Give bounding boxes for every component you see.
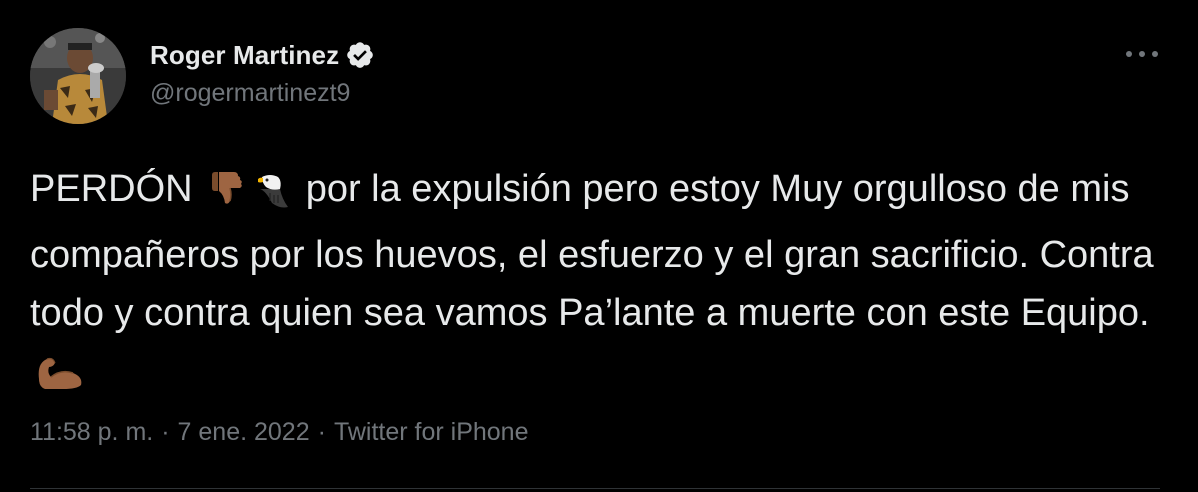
more-options-button[interactable] (1126, 42, 1158, 66)
more-dot (1139, 51, 1145, 57)
tweet-date[interactable]: 7 ene. 2022 (178, 418, 310, 447)
tweet-time[interactable]: 11:58 p. m. (30, 418, 153, 447)
avatar-image (30, 28, 126, 124)
user-handle[interactable]: @rogermartinezt9 (150, 75, 375, 111)
tweet-text: PERDÓN por la expulsión pero estoy Muy o… (30, 160, 1180, 408)
meta-separator: · (161, 418, 170, 446)
divider (30, 488, 1160, 489)
verified-badge-icon (345, 40, 375, 70)
tweet-text-part-1: PERDÓN (30, 168, 204, 210)
tweet-card: Roger Martinez @rogermartinezt9 PERDÓN p… (0, 0, 1198, 492)
more-dot (1152, 51, 1158, 57)
meta-separator: · (317, 418, 326, 446)
name-row: Roger Martinez (150, 35, 375, 75)
user-names: Roger Martinez @rogermartinezt9 (150, 35, 375, 111)
tweet-meta: 11:58 p. m. · 7 ene. 2022 · Twitter for … (30, 418, 528, 447)
more-dot (1126, 51, 1132, 57)
thumbs-down-icon (206, 168, 246, 226)
avatar[interactable] (30, 28, 126, 124)
tweet-source[interactable]: Twitter for iPhone (334, 418, 529, 447)
eagle-icon (252, 168, 292, 226)
tweet-header: Roger Martinez @rogermartinezt9 (30, 28, 375, 124)
display-name[interactable]: Roger Martinez (150, 40, 339, 71)
flexed-biceps-icon (33, 350, 87, 408)
